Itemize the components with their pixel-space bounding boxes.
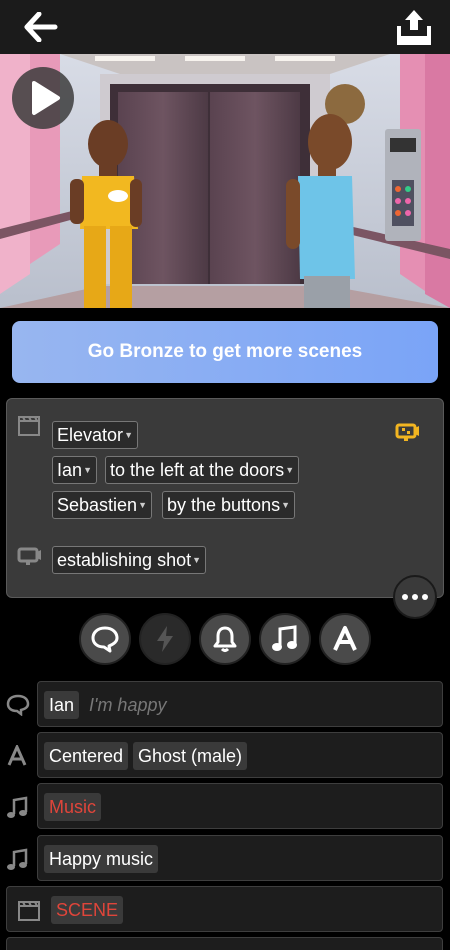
dialogue-placeholder[interactable]: I'm happy	[89, 691, 166, 719]
music-tag[interactable]: Music	[44, 793, 102, 821]
music-note-icon	[272, 625, 297, 651]
arrow-left-icon	[24, 11, 58, 43]
script-line-title[interactable]: Centered Ghost (male)	[37, 732, 443, 778]
actor1-name: Ian	[57, 460, 83, 480]
upgrade-banner-button[interactable]: Go Bronze to get more scenes	[12, 321, 438, 383]
title-font-tag[interactable]: Ghost (male)	[133, 742, 248, 770]
upgrade-banner-label: Go Bronze to get more scenes	[87, 341, 363, 362]
actor2-select[interactable]: Sebastien ▼	[52, 491, 153, 519]
play-button[interactable]	[12, 67, 74, 129]
actor1-position-select[interactable]: to the left at the doors ▼	[105, 456, 300, 484]
actor1-select[interactable]: Ian ▼	[52, 456, 98, 484]
speech-bubble-icon	[6, 694, 30, 716]
share-button[interactable]	[396, 8, 432, 46]
title-style-tag[interactable]: Centered	[44, 742, 129, 770]
speaker-tag[interactable]: Ian	[44, 691, 80, 719]
add-music-button[interactable]	[259, 613, 311, 665]
text-a-icon	[333, 626, 357, 651]
script-line-dialogue[interactable]: Ian I'm happy	[37, 681, 443, 727]
play-icon	[32, 81, 60, 115]
actor1-position: to the left at the doors	[110, 460, 285, 480]
camera-select[interactable]: establishing shot ▼	[52, 546, 207, 574]
dropdown-caret-icon: ▼	[285, 465, 295, 475]
add-sound-button[interactable]	[199, 613, 251, 665]
share-upload-icon	[397, 10, 431, 45]
dot	[422, 594, 428, 600]
text-a-icon	[7, 745, 27, 766]
clapperboard-icon	[18, 901, 40, 921]
actor2-name: Sebastien	[57, 495, 138, 515]
scene-preview[interactable]	[0, 54, 450, 308]
add-dialogue-button[interactable]	[79, 613, 131, 665]
scene-settings-card: Elevator ▼ Ian ▼ to the left at the door…	[6, 398, 444, 598]
script-line-music[interactable]: Happy music	[37, 835, 443, 881]
dropdown-caret-icon: ▼	[281, 500, 291, 510]
camera-icon	[17, 547, 41, 565]
dropdown-caret-icon: ▼	[124, 430, 134, 440]
script-line-scene[interactable]: SCENE	[6, 886, 443, 932]
camera-icon[interactable]	[395, 423, 421, 443]
dropdown-caret-icon: ▼	[138, 500, 148, 510]
dropdown-caret-icon: ▼	[192, 555, 202, 565]
lightning-icon	[157, 626, 173, 652]
location-select[interactable]: Elevator ▼	[52, 421, 139, 449]
actor2-position: by the buttons	[167, 495, 281, 515]
back-button[interactable]	[24, 11, 58, 43]
script-line-next[interactable]	[6, 937, 443, 950]
script-line-music[interactable]: Music	[37, 783, 443, 829]
location-value: Elevator	[57, 425, 124, 445]
add-action-button[interactable]	[139, 613, 191, 665]
dropdown-caret-icon: ▼	[83, 465, 93, 475]
clapperboard-icon	[18, 416, 40, 436]
scene-tag[interactable]: SCENE	[51, 896, 124, 924]
music-note-icon	[7, 796, 28, 818]
top-bar	[0, 0, 450, 54]
add-title-button[interactable]	[319, 613, 371, 665]
speech-bubble-icon	[91, 626, 119, 653]
dot	[412, 594, 418, 600]
music-note-icon	[7, 848, 28, 870]
action-bar	[0, 613, 450, 667]
camera-value: establishing shot	[57, 550, 192, 570]
music-tag[interactable]: Happy music	[44, 845, 159, 873]
actor2-position-select[interactable]: by the buttons ▼	[162, 491, 296, 519]
dot	[402, 594, 408, 600]
bell-icon	[213, 626, 237, 652]
